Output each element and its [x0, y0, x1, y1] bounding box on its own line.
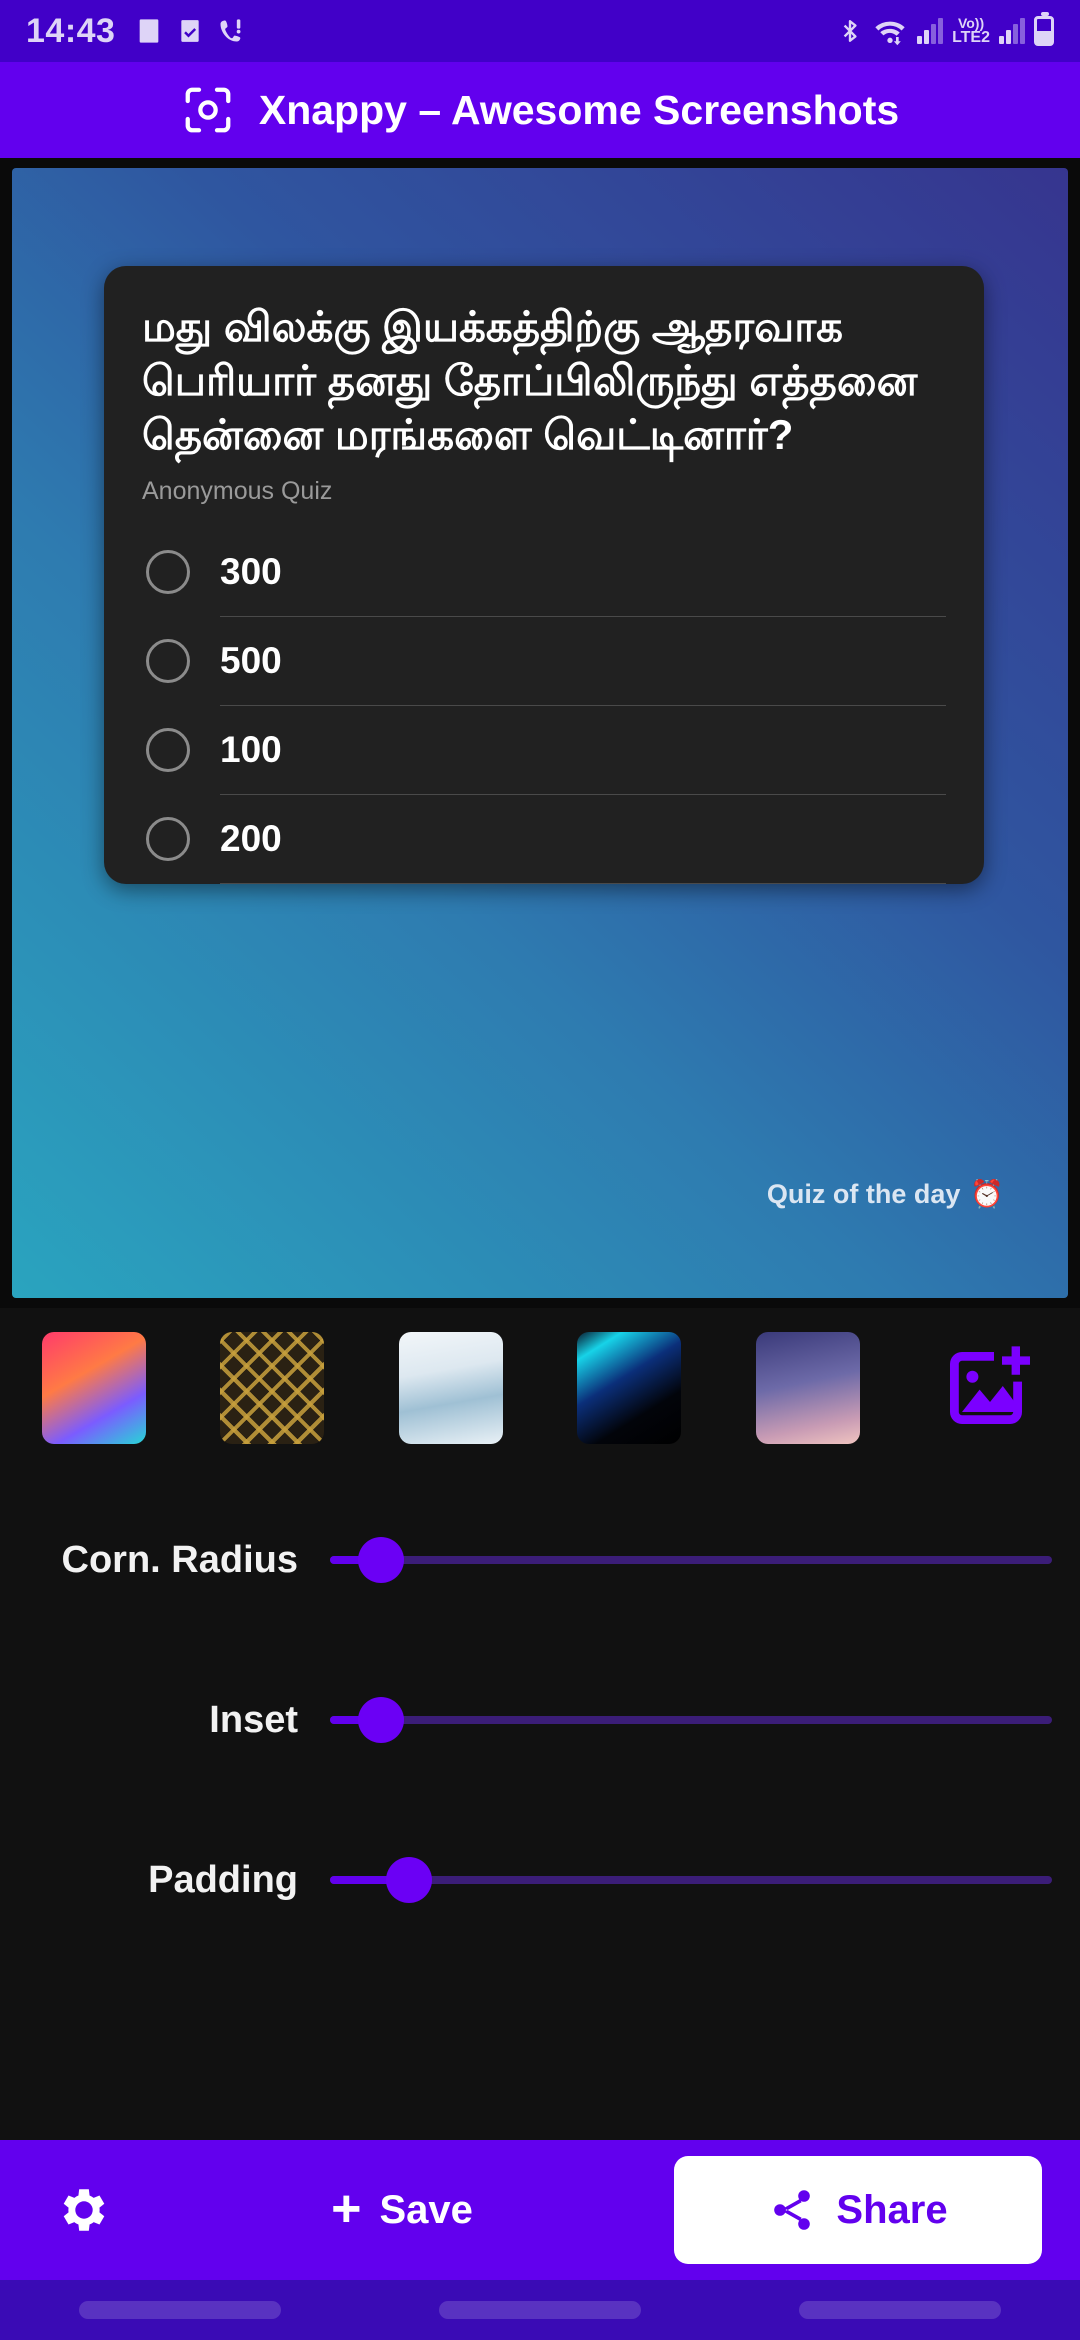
slider-track-wrap[interactable] [330, 1537, 1052, 1583]
preview-area[interactable]: மது விலக்கு இயக்கத்திற்கு ஆதரவாக பெரியார… [0, 158, 1080, 1308]
status-right-icons: Vo)) LTE2 [837, 12, 1054, 48]
thumb-gradient-sunset[interactable] [42, 1332, 146, 1444]
share-label: Share [836, 2187, 948, 2232]
radio-icon[interactable] [146, 550, 190, 595]
thumb-gold-pattern[interactable] [220, 1332, 325, 1444]
slider-track[interactable] [330, 1556, 1052, 1564]
radio-icon[interactable] [146, 639, 190, 684]
quiz-option[interactable]: 500 [142, 617, 946, 705]
quiz-subtitle: Anonymous Quiz [142, 477, 333, 506]
share-icon [774, 2190, 811, 2230]
status-left-icons [135, 15, 245, 47]
quiz-option[interactable]: 100 [142, 706, 946, 794]
quiz-option-label: 100 [220, 729, 282, 771]
slider-label: Inset [209, 1698, 298, 1741]
app-header: Xnappy – Awesome Screenshots [0, 62, 1080, 158]
quiz-option-label: 500 [220, 640, 282, 682]
slider-track[interactable] [330, 1876, 1052, 1884]
settings-button[interactable] [38, 2181, 130, 2239]
image-icon [140, 19, 159, 43]
thumb-purple-pink[interactable] [755, 1332, 860, 1444]
nav-recents-button[interactable] [79, 2301, 281, 2319]
nav-back-button[interactable] [799, 2301, 1001, 2319]
add-image-icon [949, 1346, 1030, 1424]
battery-icon [1034, 12, 1054, 46]
alarm-clock-icon: ⏰ [970, 1179, 1004, 1209]
option-divider [220, 883, 946, 885]
thumb-sky-photo[interactable] [398, 1332, 503, 1444]
nav-home-button[interactable] [439, 2301, 641, 2319]
status-clock: 14:43 [26, 11, 116, 50]
share-button[interactable]: Share [674, 2156, 1042, 2264]
signal-bars-2-icon [999, 18, 1025, 44]
slider-corner-radius: Corn. Radius [0, 1480, 1080, 1640]
quiz-option[interactable]: 200 [142, 795, 946, 883]
signal-bars-icon [917, 18, 944, 44]
background-thumbnails [0, 1324, 1080, 1452]
quiz-options: 300 500 100 200 [142, 528, 946, 885]
bluetooth-icon [843, 20, 857, 42]
slider-inset: Inset [0, 1640, 1080, 1800]
scan-camera-icon [185, 87, 231, 133]
quiz-caption-text: Quiz of the day [766, 1178, 961, 1209]
quiz-question: மது விலக்கு இயக்கத்திற்கு ஆதரவாக பெரியார… [142, 303, 918, 458]
slider-thumb[interactable] [357, 1697, 404, 1743]
gear-icon [63, 2189, 105, 2231]
quiz-option-label: 300 [220, 551, 282, 593]
slider-track-wrap[interactable] [330, 1697, 1052, 1743]
quiz-caption: Quiz of the day ⏰ [767, 1178, 1004, 1210]
slider-padding: Padding [0, 1800, 1080, 1960]
save-button[interactable]: + Save [130, 2180, 674, 2239]
slider-thumb[interactable] [386, 1857, 433, 1903]
checkbox-icon [181, 20, 200, 42]
quiz-option[interactable]: 300 [142, 528, 946, 616]
slider-label: Padding [148, 1858, 298, 1901]
save-label: Save [379, 2187, 473, 2232]
volte-icon: Vo)) LTE2 [952, 14, 990, 47]
add-image-button[interactable] [934, 1332, 1038, 1444]
phone-screen: 14:43 Vo)) LTE2 Xnappy – Awesome Screens… [0, 0, 1080, 2340]
wifi-icon [875, 21, 905, 46]
slider-thumb[interactable] [357, 1537, 404, 1583]
slider-controls: Corn. Radius Inset Padding [0, 1480, 1080, 1960]
slider-label: Corn. Radius [61, 1538, 298, 1581]
plus-icon: + [331, 2180, 362, 2239]
preview-canvas[interactable]: மது விலக்கு இயக்கத்திற்கு ஆதரவாக பெரியார… [12, 168, 1068, 1298]
app-title: Xnappy – Awesome Screenshots [258, 86, 900, 133]
thumb-dark-blue[interactable] [577, 1332, 682, 1444]
quiz-card: மது விலக்கு இயக்கத்திற்கு ஆதரவாக பெரியார… [104, 266, 984, 885]
slider-track-wrap[interactable] [330, 1857, 1052, 1903]
bottom-action-bar: + Save Share [0, 2140, 1080, 2280]
radio-icon[interactable] [146, 728, 190, 773]
android-navigation-bar [0, 2280, 1080, 2340]
missed-call-icon [220, 19, 241, 42]
radio-icon[interactable] [146, 817, 190, 862]
slider-track[interactable] [330, 1716, 1052, 1724]
status-bar: 14:43 Vo)) LTE2 [0, 0, 1080, 62]
quiz-option-label: 200 [220, 818, 282, 860]
